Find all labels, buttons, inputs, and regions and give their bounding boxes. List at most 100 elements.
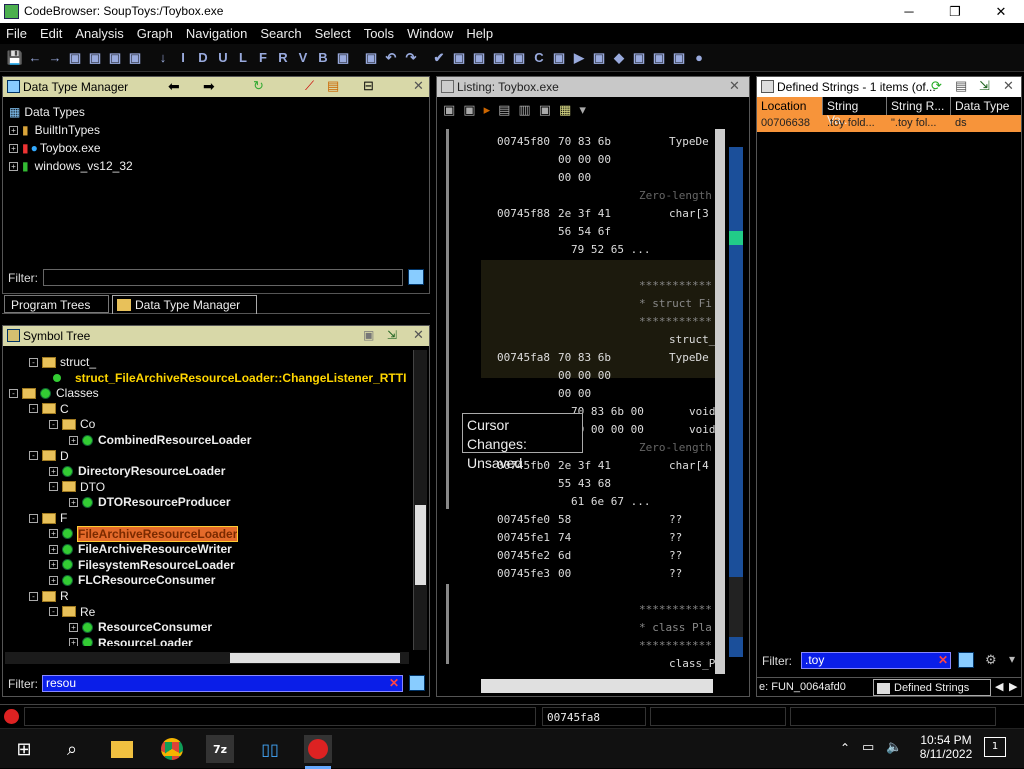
- toolbar-icon[interactable]: R: [274, 49, 292, 67]
- tree-node[interactable]: - Re: [49, 604, 95, 620]
- toolbar-icon[interactable]: ▣: [106, 49, 124, 67]
- volume-icon[interactable]: 🔈: [886, 740, 902, 755]
- collapse-icon[interactable]: -: [29, 513, 38, 523]
- expand-icon[interactable]: +: [9, 161, 18, 171]
- menu-tools[interactable]: Tools: [364, 26, 394, 41]
- tree-node[interactable]: + ResourceLoader: [69, 635, 193, 646]
- scroll-thumb[interactable]: [415, 505, 426, 585]
- snapshot-icon[interactable]: ▣: [539, 103, 551, 118]
- symtree-vscroll[interactable]: [413, 350, 427, 650]
- tree-node[interactable]: + ResourceConsumer: [69, 619, 212, 635]
- toolbar-icon[interactable]: ▣: [670, 49, 688, 67]
- windows-start-icon[interactable]: ⊞: [10, 735, 38, 763]
- tab-defined-strings[interactable]: Defined Strings: [873, 679, 991, 696]
- dtm-item[interactable]: + ▮ windows_vs12_32: [9, 158, 133, 174]
- create-icon[interactable]: ▣: [363, 328, 374, 342]
- toolbar-icon[interactable]: ▣: [86, 49, 104, 67]
- expand-icon[interactable]: +: [69, 497, 78, 507]
- panel-close-icon[interactable]: ✕: [413, 327, 424, 343]
- expand-icon[interactable]: +: [9, 125, 18, 135]
- panel-close-icon[interactable]: ✕: [729, 78, 740, 94]
- toolbar-icon[interactable]: ▣: [470, 49, 488, 67]
- toolbar-icon[interactable]: I: [174, 49, 192, 67]
- app-icon[interactable]: ▯▯: [256, 735, 284, 763]
- tree-node[interactable]: + FLCResourceConsumer: [49, 572, 215, 588]
- toolbar-icon[interactable]: ▣: [650, 49, 668, 67]
- back-arrow-icon[interactable]: ⬅: [168, 78, 180, 95]
- toolbar-icon[interactable]: L: [234, 49, 252, 67]
- dropdown-icon[interactable]: ▾: [579, 103, 586, 118]
- navigate-icon[interactable]: ⇲: [979, 78, 990, 94]
- toolbar-icon[interactable]: D: [194, 49, 212, 67]
- tree-node[interactable]: + DirectoryResourceLoader: [49, 463, 225, 479]
- tree-node[interactable]: struct_FileArchiveResourceLoader::Change…: [49, 370, 406, 386]
- toolbar-icon[interactable]: V: [294, 49, 312, 67]
- toolbar-icon[interactable]: ▣: [490, 49, 508, 67]
- tree-node[interactable]: - DTO: [49, 479, 105, 495]
- toolbar-icon[interactable]: ▶: [570, 49, 588, 67]
- tab-function[interactable]: e: FUN_0064afd0: [759, 681, 846, 693]
- strings-filter-input[interactable]: .toy: [801, 652, 951, 669]
- clock[interactable]: 10:54 PM 8/11/2022: [914, 733, 978, 761]
- collapse-icon[interactable]: -: [49, 419, 58, 429]
- settings-icon[interactable]: ⚙: [985, 652, 997, 668]
- collapse-icon[interactable]: -: [29, 357, 38, 367]
- ghidra-taskbar-icon[interactable]: [304, 735, 332, 763]
- tree-node[interactable]: - Co: [49, 416, 95, 432]
- toolbar-icon[interactable]: ●: [690, 49, 708, 67]
- toolbar-icon[interactable]: ▣: [550, 49, 568, 67]
- menu-analysis[interactable]: Analysis: [75, 26, 123, 41]
- toolbar-icon[interactable]: ◆: [610, 49, 628, 67]
- network-icon[interactable]: ▭: [862, 740, 874, 755]
- tab-data-type-manager[interactable]: Data Type Manager: [112, 295, 257, 314]
- expand-icon[interactable]: +: [49, 560, 58, 570]
- menu-graph[interactable]: Graph: [137, 26, 173, 41]
- collapse-icon[interactable]: -: [29, 404, 38, 414]
- expand-icon[interactable]: +: [9, 143, 18, 153]
- filter-options-icon[interactable]: [408, 269, 424, 285]
- options-icon[interactable]: ▦: [559, 103, 571, 118]
- toolbar-icon[interactable]: ▣: [510, 49, 528, 67]
- symtree-filter-input[interactable]: resou: [42, 675, 403, 692]
- toolbar-icon[interactable]: ▣: [450, 49, 468, 67]
- tree-node[interactable]: + DTOResourceProducer: [69, 494, 231, 510]
- search-icon[interactable]: ⌕: [58, 735, 86, 763]
- collapse-icon[interactable]: ⊟: [363, 78, 374, 94]
- toolbar-icon[interactable]: U: [214, 49, 232, 67]
- 7zip-icon[interactable]: 7z: [206, 735, 234, 763]
- arrow-tools-icon[interactable]: ↻: [253, 78, 264, 94]
- col-location[interactable]: Location: [757, 97, 823, 115]
- format-icon[interactable]: ▤: [498, 103, 510, 118]
- toolbar-icon[interactable]: ▣: [362, 49, 380, 67]
- toolbar-icon[interactable]: ▣: [66, 49, 84, 67]
- expand-icon[interactable]: +: [69, 638, 78, 646]
- tree-node[interactable]: - struct_: [29, 354, 96, 370]
- refresh-icon[interactable]: ⟳: [931, 78, 942, 94]
- menu-navigation[interactable]: Navigation: [186, 26, 247, 41]
- archive-icon[interactable]: ▤: [327, 78, 339, 94]
- expand-icon[interactable]: +: [49, 575, 58, 585]
- clear-filter-icon[interactable]: ✕: [938, 653, 948, 667]
- toolbar-icon[interactable]: ▣: [630, 49, 648, 67]
- filter-options-icon[interactable]: [958, 652, 974, 668]
- dtm-root[interactable]: ▦ Data Types: [9, 104, 85, 120]
- toolbar-icon[interactable]: B: [314, 49, 332, 67]
- table-row[interactable]: 00706638 .toy fold... ".toy fol... ds: [757, 115, 1021, 132]
- notification-icon[interactable]: 1: [984, 737, 1006, 757]
- menu-help[interactable]: Help: [466, 26, 493, 41]
- navigate-icon[interactable]: ⇲: [387, 328, 397, 342]
- chrome-icon[interactable]: [158, 735, 186, 763]
- toolbar-icon[interactable]: →: [46, 49, 64, 67]
- overview-bar[interactable]: [729, 147, 743, 657]
- collapse-icon[interactable]: -: [9, 388, 18, 398]
- menu-search[interactable]: Search: [260, 26, 301, 41]
- collapse-icon[interactable]: -: [29, 451, 38, 461]
- tree-node[interactable]: + CombinedResourceLoader: [69, 432, 251, 448]
- panel-close-icon[interactable]: ✕: [1003, 78, 1014, 94]
- tree-node[interactable]: + FileArchiveResourceLoader: [49, 525, 239, 542]
- toolbar-icon[interactable]: C: [530, 49, 548, 67]
- menu-select[interactable]: Select: [315, 26, 351, 41]
- toolbar-icon[interactable]: F: [254, 49, 272, 67]
- col-string-repr[interactable]: String R...: [887, 97, 951, 115]
- dtm-item[interactable]: + ▮ ● Toybox.exe: [9, 140, 101, 156]
